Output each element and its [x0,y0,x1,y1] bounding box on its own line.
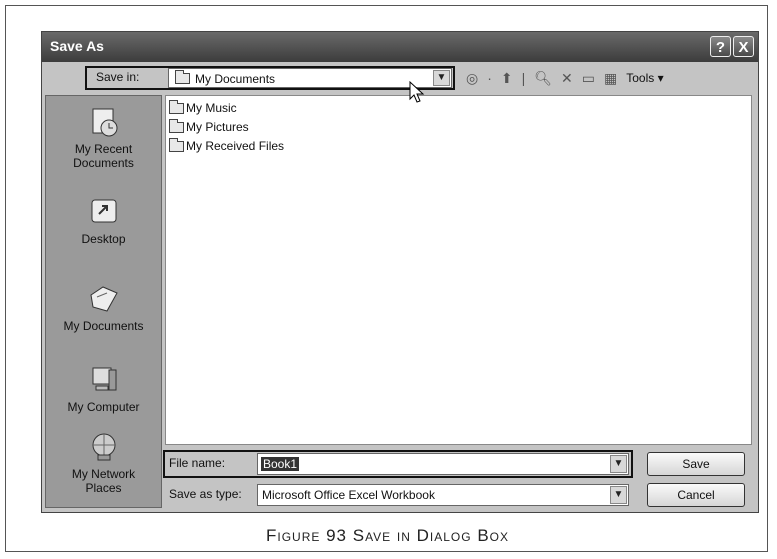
toolbar: Save in: My Documents ▼ ◎ · ⬆ | 🔍︎ ✕ ▭ ▦… [42,62,758,92]
up-folder-icon[interactable]: ⬆ [501,70,513,87]
my-documents-icon [89,286,118,312]
separator-icon: | [521,70,526,86]
music-folder-icon [169,99,184,114]
save-as-type-value: Microsoft Office Excel Workbook [262,488,435,502]
figure-caption: Figure 93 Save in Dialog Box [265,526,509,545]
file-list[interactable]: My Music My Pictures My Received Files [165,95,752,445]
chevron-down-icon[interactable]: ▼ [610,486,627,504]
place-desktop[interactable]: Desktop [46,196,161,246]
places-bar: My Recent Documents Desktop My Documents… [45,95,162,508]
list-item[interactable]: My Received Files [169,137,284,153]
chevron-down-icon[interactable]: ▼ [433,70,450,86]
place-recent-documents[interactable]: My Recent Documents [46,106,161,170]
delete-icon[interactable]: ✕ [561,70,573,87]
tools-menu[interactable]: Tools ▾ [626,71,663,85]
toolbar-icons: ◎ · ⬆ | 🔍︎ ✕ ▭ ▦ Tools ▾ [466,68,664,88]
file-name-value: Book1 [261,457,300,471]
list-item[interactable]: My Pictures [169,118,249,134]
views-icon[interactable]: ▦ [604,70,617,87]
file-name-input[interactable]: Book1 ▼ [257,453,629,475]
chevron-down-icon[interactable]: ▼ [610,455,627,473]
file-name-label: File name: [169,456,226,470]
place-my-computer[interactable]: My Computer [46,364,161,414]
place-network[interactable]: My Network Places [46,431,161,495]
save-button[interactable]: Save [647,452,745,476]
recent-documents-icon [92,108,117,137]
save-as-dialog: Save As ? X Save in: My Documents ▼ ◎ · … [41,31,759,513]
dialog-title: Save As [50,38,104,54]
pictures-folder-icon [169,118,184,133]
back-icon[interactable]: ◎ [466,70,478,87]
my-computer-icon [92,367,116,391]
network-places-icon [92,433,115,461]
list-item[interactable]: My Music [169,99,237,115]
file-fields: File name: Book1 ▼ Save as type: Microso… [163,450,755,510]
folder-icon [169,137,184,152]
title-bar: Save As ? X [42,32,758,62]
save-in-value: My Documents [195,72,276,86]
cancel-button[interactable]: Cancel [647,483,745,507]
close-button[interactable]: X [733,36,754,57]
figure-frame: Save As ? X Save in: My Documents ▼ ◎ · … [5,5,768,552]
separator-icon: · [487,70,492,86]
place-my-documents[interactable]: My Documents [46,283,161,333]
new-folder-icon[interactable]: ▭ [582,70,595,87]
desktop-icon [91,199,116,223]
search-web-icon[interactable]: 🔍︎ [534,70,552,87]
save-in-label: Save in: [96,70,140,84]
help-button[interactable]: ? [710,36,731,57]
my-documents-small-icon [175,70,190,84]
save-as-type-dropdown[interactable]: Microsoft Office Excel Workbook ▼ [257,484,629,506]
mouse-pointer-icon [409,81,425,103]
save-as-type-label: Save as type: [169,487,242,501]
